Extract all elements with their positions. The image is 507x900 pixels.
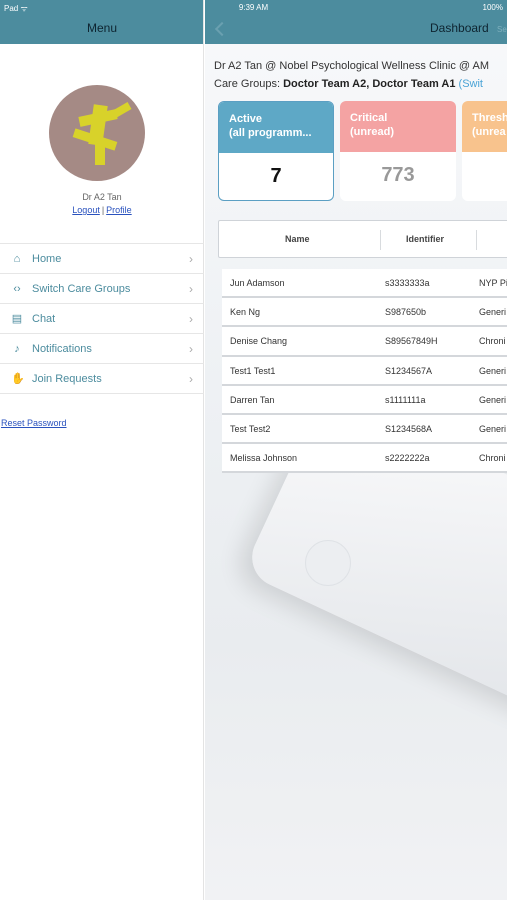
link-separator: | (101, 205, 105, 215)
menu-item-notifications[interactable]: ♪ Notifications › (0, 334, 204, 364)
bell-icon: ♪ (14, 343, 20, 355)
row-name: Jun Adamson (230, 278, 285, 288)
card-title-text: Critical (unread) (350, 112, 394, 138)
table-row[interactable]: Jun Adamson s3333333a NYP Pi (222, 269, 507, 299)
menu-item-switch-care-groups[interactable]: ‹› Switch Care Groups › (0, 274, 204, 304)
dashboard-panel: Dashboard Se Dr A2 Tan @ Nobel Psycholog… (205, 0, 507, 900)
row-program: Chroni (479, 453, 506, 464)
row-program: Chroni (479, 336, 506, 347)
chevron-right-icon: › (189, 342, 193, 356)
menu-item-label: Switch Care Groups (32, 283, 131, 295)
menu-item-join-requests[interactable]: ✋ Join Requests › (0, 364, 204, 394)
table-row[interactable]: Melissa Johnson s2222222a Chroni (222, 444, 507, 474)
clinic-line: Dr A2 Tan @ Nobel Psychological Wellness… (214, 60, 490, 72)
background-phone-button (305, 540, 351, 586)
care-groups-line: Care Groups: Doctor Team A2, Doctor Team… (214, 78, 483, 90)
row-name: Darren Tan (230, 394, 275, 405)
menu-back-icon[interactable] (214, 21, 230, 37)
row-name: Test Test2 (230, 423, 271, 434)
threshold-card[interactable]: Thresh (unrea (462, 101, 507, 201)
status-bar: Pad ᯤ 9:39 AM 100% (0, 0, 507, 14)
clock: 9:39 AM (238, 3, 269, 12)
chevron-right-icon: › (189, 252, 193, 266)
profile-link[interactable]: Profile (106, 205, 132, 215)
menu-item-label: Chat (32, 313, 56, 325)
side-menu: Menu Dr A2 Tan Logout | Profile ⌂ Home › ‹… (0, 0, 204, 900)
row-program: Generi (479, 307, 507, 318)
column-header-name[interactable]: Name (285, 234, 310, 244)
menu-item-home[interactable]: ⌂ Home › (0, 244, 204, 274)
battery-level: 100% (482, 3, 503, 12)
row-program: Generi (479, 423, 507, 434)
row-program: Generi (479, 394, 507, 405)
row-name: Ken Ng (230, 307, 261, 318)
user-links: Logout | Profile (0, 205, 204, 215)
critical-card-value: 773 (381, 164, 415, 186)
care-groups-prefix: Care Groups: (214, 78, 284, 90)
row-identifier: S987650b (385, 307, 427, 318)
column-header-identifier[interactable]: Identifier (406, 234, 444, 244)
active-card-value: 7 (270, 165, 282, 187)
switch-icon: ‹› (13, 283, 21, 295)
home-icon: ⌂ (13, 253, 21, 265)
row-program: NYP Pi (479, 278, 507, 288)
dashboard-title: Dashboard (430, 21, 489, 35)
reset-password-link[interactable]: Reset Password (1, 418, 67, 428)
row-identifier: S89567849H (385, 336, 438, 347)
row-program: Generi (479, 365, 507, 376)
menu-item-chat[interactable]: ▤ Chat › (0, 304, 204, 334)
row-identifier: s1111111a (385, 394, 426, 405)
chevron-right-icon: › (189, 372, 193, 386)
patient-table: Jun Adamson s3333333a NYP Pi Ken Ng S987… (222, 269, 507, 474)
menu-title: Menu (86, 21, 118, 35)
menu-list: ⌂ Home › ‹› Switch Care Groups › ▤ Chat … (0, 243, 204, 394)
table-row[interactable]: Ken Ng S987650b Generi (222, 298, 507, 328)
menu-item-label: Join Requests (32, 373, 102, 385)
active-card[interactable]: Active (all programm... 7 (218, 101, 334, 201)
row-name: Test1 Test1 (230, 365, 276, 376)
table-header: Name Identifier (218, 220, 507, 258)
table-row[interactable]: Test Test2 S1234568A Generi (222, 414, 507, 445)
user-name: Dr A2 Tan (82, 192, 122, 202)
row-identifier: S1234567A (385, 365, 433, 376)
active-card-title: Active (all programm... (219, 102, 333, 153)
chevron-right-icon: › (189, 312, 193, 326)
logout-link[interactable]: Logout (72, 205, 100, 215)
table-row[interactable]: Test1 Test1 S1234567A Generi (222, 356, 507, 386)
threshold-card-value (462, 152, 507, 201)
critical-card-title: Critical (unread) (340, 101, 456, 152)
row-identifier: s2222222a (385, 453, 430, 464)
chevron-right-icon: › (189, 282, 193, 296)
menu-item-label: Home (32, 253, 62, 265)
row-name: Denise Chang (230, 336, 288, 347)
card-title-text: Thresh (unrea (472, 112, 507, 138)
card-title-text: Active (all programm... (229, 113, 312, 139)
chat-icon: ▤ (11, 313, 23, 325)
table-row[interactable]: Darren Tan s1111111a Generi (222, 385, 507, 415)
switch-care-group-link[interactable]: (Swit (459, 78, 483, 90)
hand-icon: ✋ (11, 373, 25, 385)
care-groups-value: Doctor Team A2, Doctor Team A1 (283, 78, 456, 90)
search-label[interactable]: Se (497, 25, 507, 34)
avatar[interactable] (49, 85, 145, 181)
table-row[interactable]: Denise Chang S89567849H Chroni (222, 327, 507, 357)
row-identifier: s3333333a (385, 278, 430, 288)
menu-item-label: Notifications (32, 343, 92, 355)
critical-card[interactable]: Critical (unread) 773 (340, 101, 456, 201)
row-name: Melissa Johnson (230, 453, 298, 464)
threshold-card-title: Thresh (unrea (462, 101, 507, 152)
row-identifier: S1234568A (385, 423, 433, 434)
